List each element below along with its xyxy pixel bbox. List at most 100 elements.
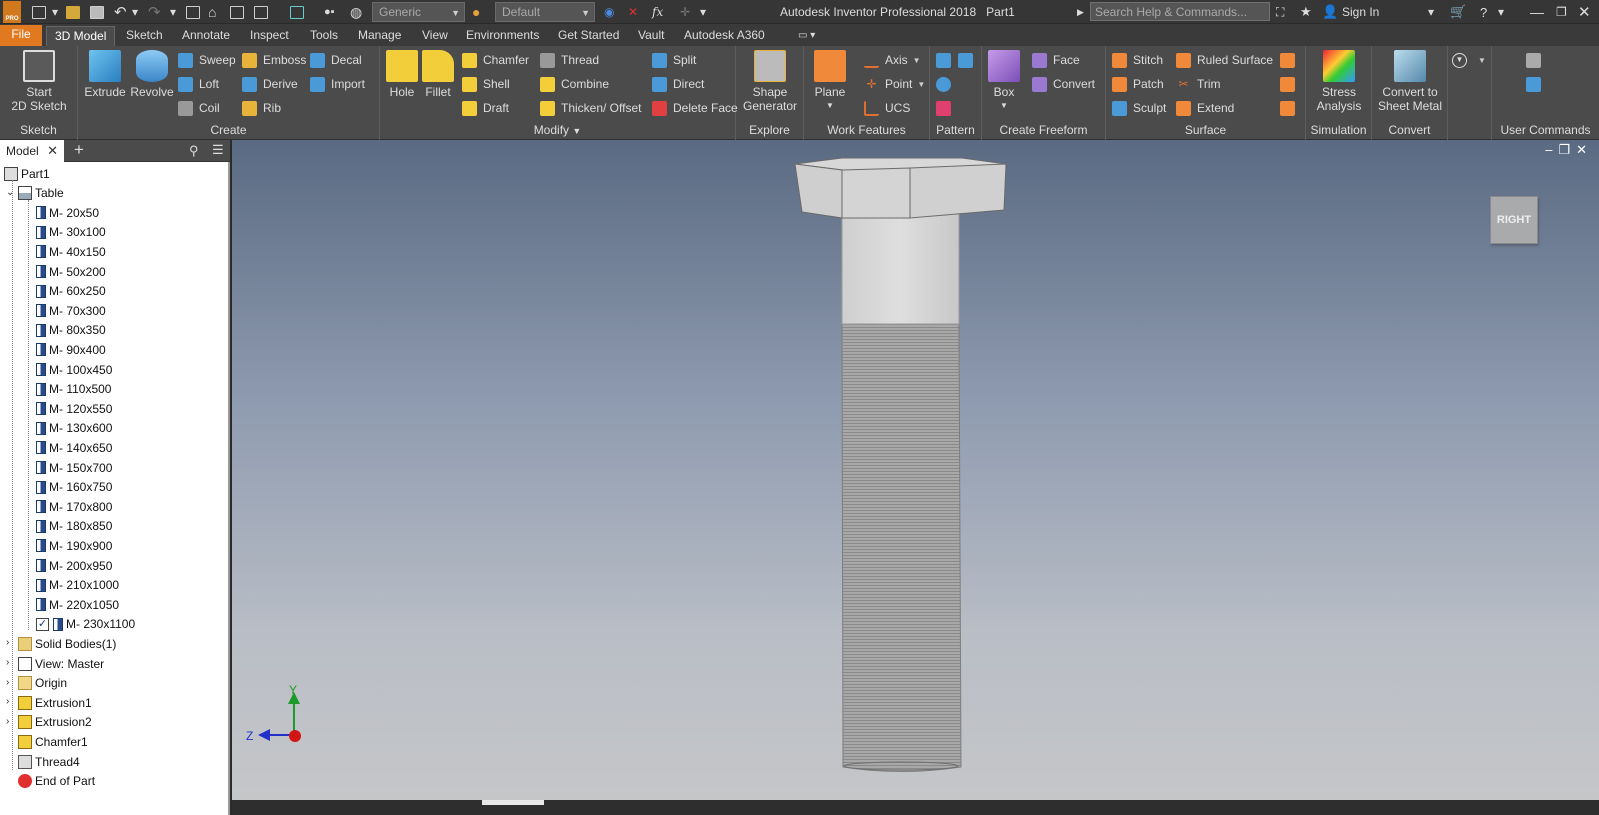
- tab-3d-model[interactable]: 3D Model: [46, 26, 116, 46]
- delete-face-button[interactable]: Delete Face: [652, 98, 738, 118]
- revolve-button[interactable]: Revolve: [126, 50, 178, 99]
- trim-button[interactable]: ✂ Trim: [1176, 74, 1220, 94]
- measure-icon[interactable]: ●▪: [324, 3, 335, 21]
- tab-tools[interactable]: Tools: [302, 26, 346, 46]
- help-icon[interactable]: ?: [1480, 3, 1487, 21]
- shape-generator-button[interactable]: Shape Generator: [740, 50, 800, 113]
- tree-config-m-170x800[interactable]: M- 170x800: [36, 497, 112, 516]
- tree-config-m-50x200[interactable]: M- 50x200: [36, 262, 106, 281]
- customize-quick-access-icon[interactable]: ▾: [700, 3, 706, 21]
- redo-icon[interactable]: ↷: [148, 3, 161, 21]
- binoculars-icon[interactable]: ⛶: [1276, 3, 1284, 21]
- tree-extrusion2[interactable]: Extrusion2: [18, 713, 92, 732]
- user-command-2-button[interactable]: [1526, 74, 1547, 94]
- material-dropdown[interactable]: Generic ▼: [372, 2, 465, 22]
- tree-thread4[interactable]: Thread4: [18, 752, 80, 771]
- close-browser-icon[interactable]: ✕: [47, 143, 58, 159]
- globe-icon[interactable]: ◍: [350, 3, 362, 21]
- tab-annotate[interactable]: Annotate: [174, 26, 238, 46]
- expand-toggle-icon[interactable]: ›: [6, 677, 9, 688]
- coil-button[interactable]: Coil: [178, 98, 220, 118]
- tab-get-started[interactable]: Get Started: [550, 26, 627, 46]
- inventor-logo-icon[interactable]: PRO: [3, 1, 21, 23]
- clear-override-icon[interactable]: ✕: [628, 3, 638, 21]
- thread-button[interactable]: Thread: [540, 50, 599, 70]
- bolt-model[interactable]: [232, 140, 1599, 800]
- tree-config-m-150x700[interactable]: M- 150x700: [36, 458, 112, 477]
- hole-button[interactable]: Hole: [384, 50, 420, 99]
- tree-config-m-190x900[interactable]: M- 190x900: [36, 536, 112, 555]
- return-icon[interactable]: [254, 3, 268, 21]
- tree-config-m-160x750[interactable]: M- 160x750: [36, 478, 112, 497]
- tree-origin[interactable]: Origin: [18, 674, 67, 693]
- expand-toggle-icon[interactable]: ›: [6, 637, 9, 648]
- rib-button[interactable]: Rib: [242, 98, 281, 118]
- tab-view[interactable]: View: [414, 26, 456, 46]
- chamfer-button[interactable]: Chamfer: [462, 50, 529, 70]
- stitch-button[interactable]: Stitch: [1112, 50, 1163, 70]
- tree-config-m-70x300[interactable]: M- 70x300: [36, 301, 106, 320]
- tab-model[interactable]: Model ✕: [0, 140, 64, 162]
- expand-toggle-icon[interactable]: ›: [6, 657, 9, 668]
- derive-button[interactable]: Derive: [242, 74, 298, 94]
- tree-config-m-90x400[interactable]: M- 90x400: [36, 340, 106, 359]
- tree-config-m-200x950[interactable]: M- 200x950: [36, 556, 112, 575]
- close-icon[interactable]: ✕: [1578, 3, 1591, 21]
- update-icon[interactable]: [290, 3, 304, 21]
- expand-toggle-icon[interactable]: ›: [6, 716, 9, 727]
- sketch-driven-pattern-button[interactable]: [936, 98, 957, 118]
- extend-button[interactable]: Extend: [1176, 98, 1234, 118]
- tree-config-m-20x50[interactable]: M- 20x50: [36, 203, 99, 222]
- expand-toggle-icon[interactable]: ⌄: [6, 187, 14, 198]
- tab-environments[interactable]: Environments: [458, 26, 547, 46]
- browser-search-icon[interactable]: ⚲: [189, 143, 199, 159]
- ribbon-options-icon[interactable]: ▭ ▾: [790, 26, 823, 46]
- surface-tool-1-button[interactable]: [1280, 50, 1301, 70]
- tree-config-m-120x550[interactable]: M- 120x550: [36, 399, 112, 418]
- viewcube-right-face[interactable]: RIGHT: [1490, 196, 1538, 244]
- tree-config-m-220x1050[interactable]: M- 220x1050: [36, 595, 119, 614]
- surface-tool-2-button[interactable]: [1280, 74, 1301, 94]
- ucs-button[interactable]: UCS: [864, 98, 910, 118]
- convert-to-sheet-metal-button[interactable]: Convert to Sheet Metal: [1374, 50, 1446, 113]
- sign-in-link[interactable]: Sign In: [1342, 3, 1379, 21]
- freeform-convert-button[interactable]: Convert: [1032, 74, 1095, 94]
- mirror-button[interactable]: [958, 50, 979, 70]
- tree-config-m-210x1000[interactable]: M- 210x1000: [36, 576, 119, 595]
- tree-config-m-140x650[interactable]: M- 140x650: [36, 438, 112, 457]
- tab-file[interactable]: File: [0, 25, 42, 46]
- redo-dropdown-icon[interactable]: ▾: [170, 3, 176, 21]
- point-button[interactable]: ✛ Point ▼: [864, 74, 925, 94]
- plus-icon[interactable]: ✛: [680, 3, 690, 21]
- expand-toggle-icon[interactable]: ›: [6, 696, 9, 707]
- start-2d-sketch-button[interactable]: Start 2D Sketch: [8, 50, 70, 113]
- undo-icon[interactable]: ↶: [114, 3, 127, 21]
- help-search-input[interactable]: Search Help & Commands...: [1090, 2, 1270, 21]
- sweep-button[interactable]: Sweep: [178, 50, 236, 70]
- tree-config-m-60x250[interactable]: M- 60x250: [36, 282, 106, 301]
- tree-config-m-230x1100[interactable]: ✓ M- 230x1100: [36, 615, 135, 634]
- tree-config-m-130x600[interactable]: M- 130x600: [36, 419, 112, 438]
- open-folder-icon[interactable]: [66, 3, 80, 21]
- tab-inspect[interactable]: Inspect: [242, 26, 297, 46]
- freeform-face-button[interactable]: Face: [1032, 50, 1080, 70]
- combine-button[interactable]: Combine: [540, 74, 609, 94]
- tree-chamfer1[interactable]: Chamfer1: [18, 732, 88, 751]
- tab-vault[interactable]: Vault: [630, 26, 672, 46]
- tree-extrusion1[interactable]: Extrusion1: [18, 693, 92, 712]
- tree-end-of-part[interactable]: End of Part: [18, 772, 95, 791]
- surface-tool-3-button[interactable]: [1280, 98, 1301, 118]
- circular-pattern-button[interactable]: [936, 74, 957, 94]
- tab-manage[interactable]: Manage: [350, 26, 409, 46]
- sign-in-dropdown-icon[interactable]: ▾: [1428, 3, 1434, 21]
- tree-part1[interactable]: Part1: [4, 164, 50, 183]
- split-button[interactable]: Split: [652, 50, 696, 70]
- tree-config-m-100x450[interactable]: M- 100x450: [36, 360, 112, 379]
- search-expand-icon[interactable]: ▶: [1077, 3, 1084, 21]
- appearance-ball-icon[interactable]: ●: [472, 3, 480, 21]
- restore-icon[interactable]: ❐: [1556, 3, 1567, 21]
- document-tab-indicator[interactable]: [482, 800, 544, 805]
- extrude-button[interactable]: Extrude: [82, 50, 128, 99]
- user-command-1-button[interactable]: [1526, 50, 1547, 70]
- tree-view-master[interactable]: View: Master: [18, 654, 104, 673]
